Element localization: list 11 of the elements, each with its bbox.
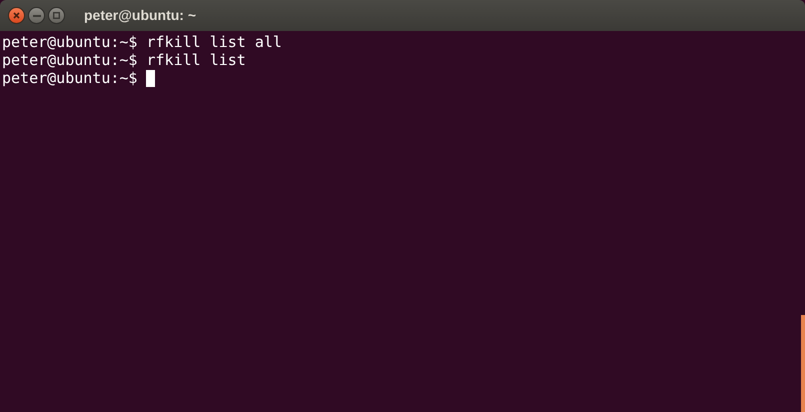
terminal-line: peter@ubuntu:~$ rfkill list all bbox=[2, 33, 282, 51]
close-button[interactable] bbox=[8, 7, 25, 24]
minimize-button[interactable] bbox=[28, 7, 45, 24]
window-title: peter@ubuntu: ~ bbox=[84, 6, 196, 25]
close-icon bbox=[13, 12, 20, 19]
maximize-icon bbox=[53, 12, 60, 19]
maximize-button[interactable] bbox=[48, 7, 65, 24]
terminal-line: peter@ubuntu:~$ bbox=[2, 69, 138, 87]
terminal-line: peter@ubuntu:~$ rfkill list bbox=[2, 51, 246, 69]
scrollbar-thumb[interactable] bbox=[801, 315, 805, 412]
minimize-icon bbox=[32, 14, 40, 16]
